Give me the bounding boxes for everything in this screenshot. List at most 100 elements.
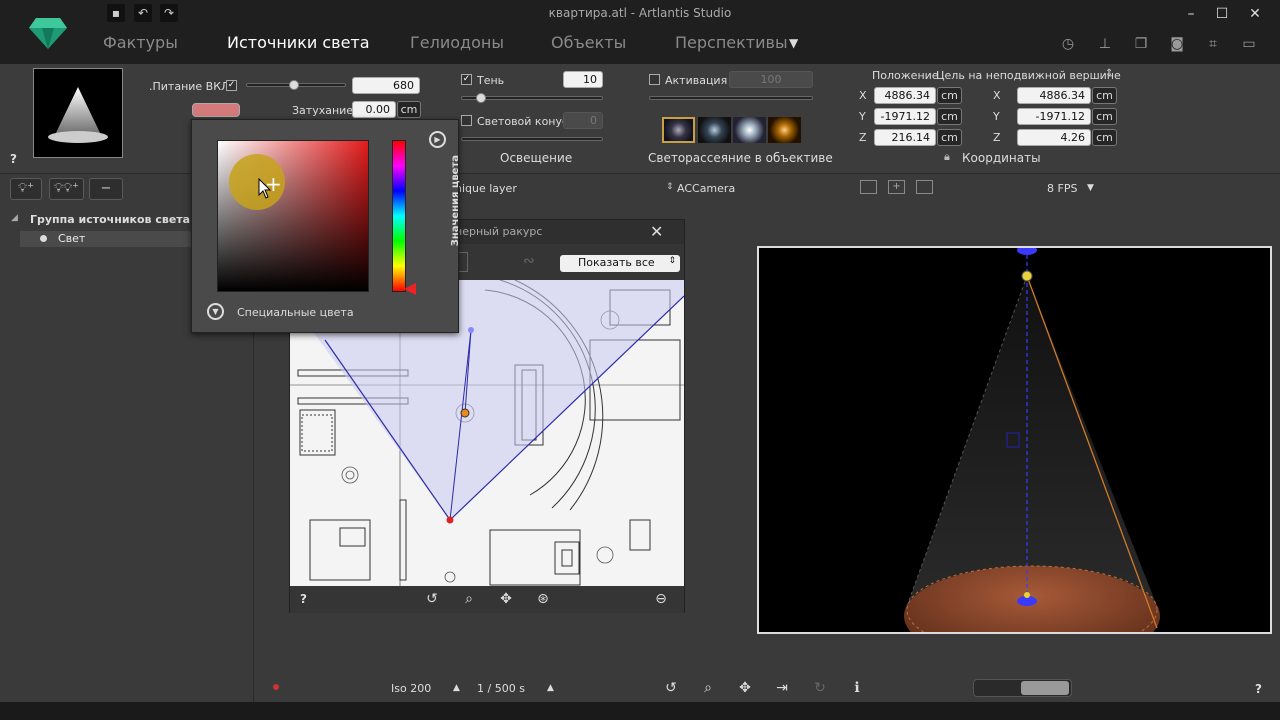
color-values-label: Значения цвета [450,155,461,247]
layer-selector[interactable]: nique layer [455,182,517,195]
power-checkbox[interactable]: ✓ [226,80,237,91]
special-colors-expand-icon[interactable]: ▼ [207,303,224,320]
add-light-group-button[interactable]: 💡︎💡︎⁺ [49,178,84,200]
tab-perspectives[interactable]: Перспективы [675,33,788,52]
flare-activation-checkbox[interactable] [649,74,660,85]
view-pan-icon[interactable]: ✥ [736,680,754,696]
pos-y-field[interactable]: -1971.12 [874,108,936,125]
pos-x-unit[interactable]: cm [937,87,962,104]
expand-values-icon[interactable]: ▶ [429,131,446,148]
target-y-unit[interactable]: cm [1092,108,1117,125]
lock-icon[interactable]: 🔒︎ [944,150,950,164]
plan-pan-icon[interactable]: ✥ [497,591,515,607]
plan-reset-icon[interactable]: ↺ [423,591,441,607]
target-dropdown-icon[interactable]: ⇕ [1105,68,1113,79]
camera-selector[interactable]: ACCamera [677,182,735,195]
shadow-checkbox[interactable]: ✓ [461,74,472,85]
special-colors-label[interactable]: Специальные цвета [237,306,354,319]
tab-heliodons[interactable]: Гелиодоны [410,33,504,52]
color-picker-popup: + ▶ Значения цвета ▼ Специальные цвета [191,119,461,333]
minimize-button[interactable]: – [1176,2,1206,26]
view-layout-icon-3[interactable] [916,180,933,194]
add-light-button[interactable]: 💡︎⁺ [10,178,42,200]
plan-horizon-icon[interactable]: ⊖ [652,591,670,607]
view-walk-icon[interactable]: ⇥ [773,680,791,696]
target-y-field[interactable]: -1971.12 [1017,108,1091,125]
light-item-label: Свет [58,232,86,245]
axis-icon[interactable]: ⊥ [1097,36,1113,52]
target-x-label: X [993,89,1001,102]
timer-icon[interactable]: ◷ [1060,36,1076,52]
color-swatch[interactable] [192,103,240,117]
cone-field[interactable]: 0 [563,112,603,129]
flare-section-label: Светорассеяние в объективе [648,151,833,165]
camera-icon[interactable]: ◙ [1169,36,1185,52]
plan-bottom-toolbar: ? ↺ ⌕ ✥ ⊛ ⊖ [290,586,684,613]
pos-x-field[interactable]: 4886.34 [874,87,936,104]
shadow-slider[interactable] [461,93,603,103]
plan-zoom-icon[interactable]: ⌕ [460,591,478,607]
coordinates-label: Координаты [962,151,1041,165]
target-x-field[interactable]: 4886.34 [1017,87,1091,104]
close-button[interactable]: ✕ [1240,2,1270,26]
remove-light-button[interactable]: − [89,178,123,200]
view-refresh-icon[interactable]: ↻ [811,680,829,696]
flare-thumb-1[interactable] [662,117,695,143]
shadow-field[interactable]: 10 [563,71,603,88]
plan-link-icon[interactable]: ∾ [523,253,535,269]
flare-activation-label: Активация [665,74,728,87]
flare-activation-field[interactable]: 100 [729,71,813,88]
crop-icon[interactable]: ⌗ [1205,36,1221,52]
pos-z-unit[interactable]: cm [937,129,962,146]
info-icon[interactable]: ℹ [848,680,866,696]
flare-thumb-2[interactable] [698,117,731,143]
attenuation-unit[interactable]: cm [397,101,421,118]
plan-zoom-fit-icon[interactable]: ⊛ [534,591,552,607]
perspectives-dropdown-icon[interactable]: ▼ [789,36,798,50]
iso-up-icon[interactable]: ▲ [453,683,460,693]
view-reset-icon[interactable]: ↺ [662,680,680,696]
lighting-section-label: Освещение [500,151,573,165]
windows-icon[interactable]: ❐ [1133,36,1149,52]
tab-objects[interactable]: Объекты [551,33,626,52]
light-bulb-icon [40,235,47,242]
tab-textures[interactable]: Фактуры [103,33,178,52]
pos-z-field[interactable]: 216.14 [874,129,936,146]
view-zoom-icon[interactable]: ⌕ [699,680,717,696]
cone-slider[interactable] [461,137,603,141]
flare-thumb-3[interactable] [733,117,766,143]
power-slider[interactable] [246,80,346,90]
cone-checkbox[interactable] [461,115,472,126]
target-z-field[interactable]: 4.26 [1017,129,1091,146]
window-title: квартира.atl - Artlantis Studio [548,6,732,20]
target-y-label: Y [993,110,1000,123]
show-all-dropdown[interactable]: Показать все ⇕ [560,255,680,272]
plan-help-button[interactable]: ? [300,592,307,606]
power-field[interactable]: 680 [352,77,420,94]
shutter-up-icon[interactable]: ▲ [547,683,554,693]
display-icon[interactable]: ▭ [1241,36,1257,52]
camera-dropdown-icon[interactable]: ⇕ [666,182,674,192]
plan-close-icon[interactable]: ✕ [650,222,663,241]
help-button[interactable]: ? [10,152,17,166]
maximize-button[interactable]: ☐ [1207,2,1237,26]
preview-viewport[interactable] [757,245,1272,666]
attenuation-field[interactable]: 0.00 [352,101,396,118]
zoom-slider[interactable] [973,679,1072,697]
tab-lights[interactable]: Источники света [227,33,370,52]
target-x-unit[interactable]: cm [1092,87,1117,104]
view-layout-icon-2[interactable]: + [888,180,905,194]
light-preview [33,68,123,158]
hue-slider[interactable] [392,140,406,292]
fps-selector[interactable]: 8 FPS [1047,182,1077,195]
hue-pointer-icon[interactable] [404,283,416,295]
zoom-slider-thumb[interactable] [1021,681,1069,695]
bottom-help-button[interactable]: ? [1255,682,1262,696]
pos-y-unit[interactable]: cm [937,108,962,125]
fps-dropdown-icon[interactable]: ▼ [1087,183,1094,193]
view-layout-icon-1[interactable] [860,180,877,194]
flare-thumb-4[interactable] [768,117,801,143]
top-bar: ▪ ↶ ↷ квартира.atl - Artlantis Studio – … [0,0,1280,64]
target-z-unit[interactable]: cm [1092,129,1117,146]
flare-slider[interactable] [649,96,813,100]
